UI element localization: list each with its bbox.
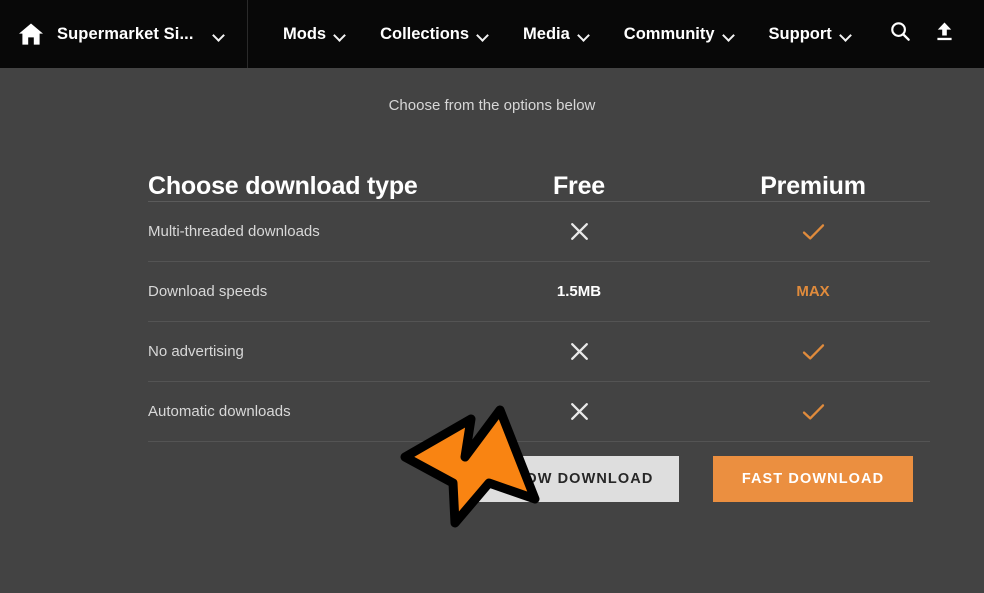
feature-label: Automatic downloads [148, 403, 291, 420]
nav-link-label: Community [623, 24, 715, 43]
cross-icon [569, 221, 590, 242]
chevron-down-icon [214, 31, 225, 38]
search-button[interactable] [878, 0, 922, 68]
top-navigation-bar: Supermarket Si... Mods Collections Media… [0, 0, 984, 68]
check-icon [802, 343, 825, 361]
nav-link-label: Media [523, 24, 570, 43]
chevron-down-icon [841, 31, 852, 38]
cross-icon [569, 401, 590, 422]
nav-link-media[interactable]: Media [506, 0, 607, 68]
nav-game-selector[interactable]: Supermarket Si... [0, 0, 248, 68]
page-title: Choose download type [148, 172, 418, 200]
page-subtitle: Choose from the options below [388, 97, 596, 114]
table-header-row: Choose download type Free Premium [148, 150, 930, 202]
free-value [462, 341, 696, 362]
table-row: No advertising [148, 322, 930, 382]
chevron-down-icon [579, 31, 590, 38]
download-buttons-row: SLOW DOWNLOAD FAST DOWNLOAD [148, 442, 930, 516]
column-header-premium: Premium [760, 172, 866, 200]
chevron-down-icon [478, 31, 489, 38]
column-header-free: Free [552, 172, 605, 200]
chevron-down-icon [724, 31, 735, 38]
feature-label: Download speeds [148, 283, 268, 300]
upload-button[interactable] [922, 0, 966, 68]
premium-button-cell: FAST DOWNLOAD [696, 456, 930, 502]
main-content: Choose from the options below Choose dow… [0, 68, 984, 593]
home-icon [18, 22, 44, 46]
download-options-panel: Choose download type Free Premium Multi-… [148, 150, 930, 516]
cross-icon [569, 341, 590, 362]
nav-link-mods[interactable]: Mods [266, 0, 363, 68]
premium-value [696, 343, 930, 361]
nav-link-label: Support [768, 24, 832, 43]
nav-actions [878, 0, 984, 68]
nav-links: Mods Collections Media Community Support [266, 0, 869, 68]
table-row: Multi-threaded downloads [148, 202, 930, 262]
upload-icon [933, 20, 956, 48]
free-value: 1.5MB [556, 283, 602, 300]
premium-value [696, 403, 930, 421]
nav-link-label: Collections [380, 24, 470, 43]
premium-value: MAX [796, 283, 830, 300]
fast-download-button[interactable]: FAST DOWNLOAD [713, 456, 913, 502]
feature-label: Multi-threaded downloads [148, 223, 320, 240]
table-row: Download speeds 1.5MB MAX [148, 262, 930, 322]
feature-label: No advertising [148, 343, 244, 360]
premium-value [696, 223, 930, 241]
check-icon [802, 223, 825, 241]
chevron-down-icon [335, 31, 346, 38]
check-icon [802, 403, 825, 421]
nav-link-support[interactable]: Support [752, 0, 869, 68]
table-row: Automatic downloads [148, 382, 930, 442]
search-icon [889, 20, 912, 48]
free-value [462, 401, 696, 422]
slow-download-button[interactable]: SLOW DOWNLOAD [479, 456, 679, 502]
nav-link-collections[interactable]: Collections [363, 0, 506, 68]
nav-link-label: Mods [283, 24, 327, 43]
nav-game-title: Supermarket Si... [57, 24, 194, 43]
free-button-cell: SLOW DOWNLOAD [462, 456, 696, 502]
nav-link-community[interactable]: Community [607, 0, 752, 68]
free-value [462, 221, 696, 242]
